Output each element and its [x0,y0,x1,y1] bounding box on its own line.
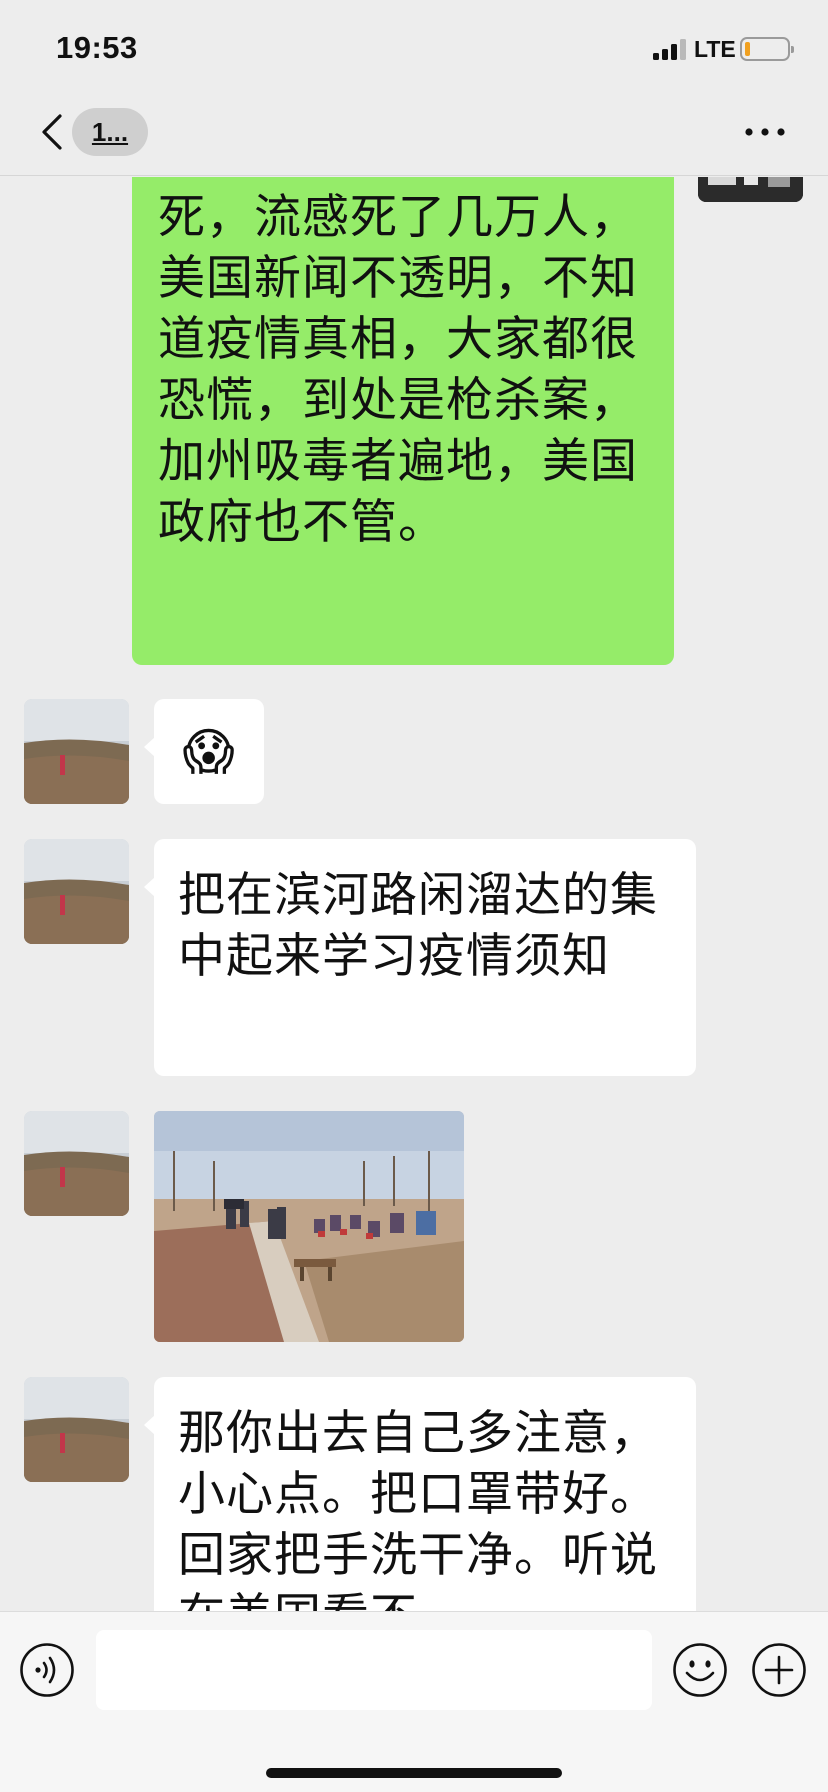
more-dots-icon [745,128,785,136]
status-time: 19:53 [56,30,138,65]
input-bar [0,1611,828,1792]
chat-header: 1... [0,88,828,176]
chat-title-button[interactable]: 1... [72,108,148,156]
battery-level [745,42,750,56]
contact-avatar[interactable] [24,699,129,804]
received-photo[interactable] [154,1111,464,1342]
contact-avatar[interactable] [24,1377,129,1482]
smiley-icon [673,1643,727,1697]
contact-avatar[interactable] [24,839,129,944]
network-type: LTE [694,36,736,62]
received-message-bubble[interactable]: 把在滨河路闲溜达的集中起来学习疫情须知 [144,839,696,1076]
plus-icon [752,1643,806,1697]
chevron-left-icon [42,114,62,150]
emoji-button[interactable] [672,1642,728,1698]
contact-avatar[interactable] [24,1111,129,1216]
chat-title: 1... [91,116,129,147]
voice-input-button[interactable] [19,1642,75,1698]
more-options-button[interactable] [740,112,790,152]
received-emoji-bubble[interactable]: 😱 [144,699,264,804]
message-input[interactable] [96,1630,652,1710]
sent-message-bubble[interactable]: 死，流感死了几万人，美国新闻不透明，不知道疫情真相，大家都很恐慌，到处是枪杀案，… [132,177,674,665]
voice-icon [20,1643,74,1697]
battery-icon [740,37,794,61]
received-message-bubble[interactable]: 那你出去自己多注意，小心点。把口罩带好。回家把手洗干净。听说在美国看不 [144,1377,696,1611]
back-button[interactable] [34,108,74,156]
home-indicator[interactable] [266,1768,562,1778]
self-avatar[interactable] [698,177,803,202]
status-bar: 19:53 LTE [0,0,828,88]
photo-image [154,1111,464,1342]
signal-strength-icon [653,38,689,60]
scream-emoji: 😱 [182,722,236,781]
more-functions-button[interactable] [751,1642,807,1698]
message-list[interactable]: 死，流感死了几万人，美国新闻不透明，不知道疫情真相，大家都很恐慌，到处是枪杀案，… [0,177,828,1611]
